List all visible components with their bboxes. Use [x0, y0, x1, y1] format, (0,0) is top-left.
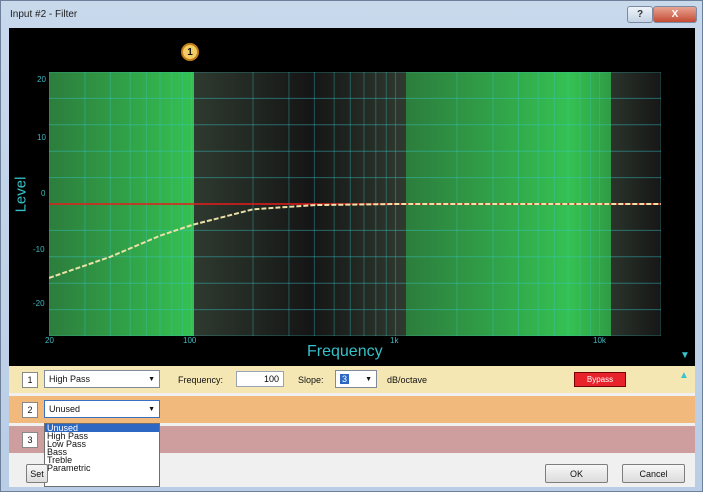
dropdown-arrow-icon: ▼ [148, 375, 155, 383]
selected-filter-type: High Pass [49, 374, 91, 384]
filter-index-1: 1 [22, 372, 38, 388]
filter-index-2: 2 [22, 402, 38, 418]
filter-type-select-1[interactable]: High Pass ▼ [44, 370, 160, 388]
x-tick-1k: 1k [390, 336, 399, 345]
slope-select[interactable]: 3 ▼ [335, 370, 377, 388]
y-tick-minus20: -20 [33, 299, 45, 308]
x-tick-20: 20 [45, 336, 54, 345]
frequency-response-plot[interactable]: 1 20 10 0 -10 -20 20 100 1k 10k Level Fr… [9, 28, 695, 366]
set-button[interactable]: Set [26, 464, 48, 483]
dialog-content: 1 20 10 0 -10 -20 20 100 1k 10k Level Fr… [9, 28, 695, 487]
selected-filter-type: Unused [49, 404, 81, 414]
filter-index-3: 3 [22, 432, 38, 448]
x-axis-title: Frequency [307, 343, 383, 360]
cancel-button[interactable]: Cancel [622, 464, 685, 483]
y-axis-title: Level [12, 176, 30, 213]
frequency-input[interactable] [236, 371, 284, 387]
y-tick-10: 10 [37, 133, 46, 142]
filter-marker-1[interactable]: 1 [181, 43, 199, 61]
filter-row-2: 2 Unused ▼ [9, 396, 695, 423]
filter-type-select-2[interactable]: Unused ▼ [44, 400, 160, 418]
expand-arrow-icon[interactable]: ▲ [679, 370, 689, 381]
ok-button[interactable]: OK [545, 464, 608, 483]
filter-window: Input #2 - Filter ? X 1 20 10 0 -10 -20 … [0, 0, 703, 492]
high-pass-response-curve [49, 203, 661, 279]
slope-unit-label: dB/octave [387, 375, 428, 385]
close-button[interactable]: X [653, 6, 697, 23]
filter-row-1: 1 High Pass ▼ Frequency: Slope: 3 ▼ dB/o… [9, 366, 695, 393]
slope-dropdown-icon: ▼ [365, 375, 372, 383]
window-title: Input #2 - Filter [10, 9, 78, 20]
dropdown-arrow-icon: ▼ [148, 405, 155, 413]
x-tick-10k: 10k [593, 336, 606, 345]
filter-type-dropdown-list[interactable]: Unused High Pass Low Pass Bass Treble Pa… [44, 423, 160, 487]
bypass-button[interactable]: Bypass [574, 372, 626, 387]
dropdown-option-parametric[interactable]: Parametric [45, 464, 159, 473]
title-bar[interactable]: Input #2 - Filter ? X [1, 1, 702, 27]
slope-label: Slope: [298, 375, 324, 385]
help-button[interactable]: ? [627, 6, 653, 23]
plot-svg [49, 72, 661, 336]
y-tick-20: 20 [37, 75, 46, 84]
y-tick-minus10: -10 [33, 245, 45, 254]
slope-value: 3 [340, 374, 350, 384]
y-tick-0: 0 [41, 189, 46, 198]
x-tick-100: 100 [183, 336, 197, 345]
frequency-label: Frequency: [178, 375, 224, 385]
collapse-arrow-icon[interactable]: ▼ [680, 350, 690, 361]
